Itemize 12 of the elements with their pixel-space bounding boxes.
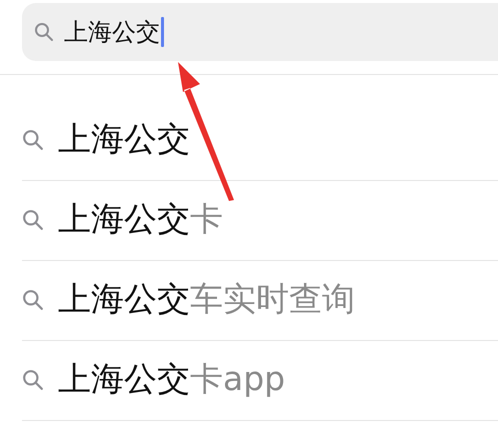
search-icon (22, 208, 44, 230)
search-icon (22, 368, 44, 390)
search-icon (34, 22, 54, 42)
suggestion-text: 上海公交 (58, 118, 190, 160)
suggestion-text: 上海公交卡 (58, 198, 223, 240)
suggestion-text: 上海公交车实时查询 (58, 278, 355, 320)
search-icon (22, 128, 44, 150)
suggestion-item[interactable]: 上海公交卡app (22, 341, 498, 421)
search-field[interactable]: 上海公交 (22, 3, 498, 61)
suggestion-item[interactable]: 上海公交车实时查询 (22, 261, 498, 341)
suggestion-text: 上海公交卡app (58, 358, 286, 400)
search-icon (22, 288, 44, 310)
